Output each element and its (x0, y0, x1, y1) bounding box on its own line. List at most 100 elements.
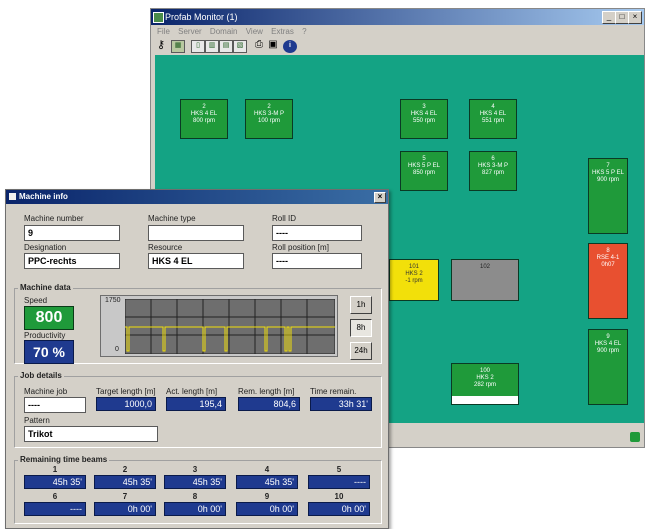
machine-number-label: Machine number (24, 214, 84, 223)
beam-number: 6 (52, 492, 58, 501)
machine-type-label: Machine type (148, 214, 196, 223)
toolbar: ⚷ ▦ ▯ ▥ ▤ ▧ ⎙ ▣ i (151, 38, 644, 54)
machine-name: HKS 2 (405, 271, 423, 277)
machine-id: 5 (422, 156, 426, 162)
time-remain-value: 33h 31' (310, 397, 372, 411)
machine-tile[interactable]: 2 HKS 3-M P 100 rpm (245, 99, 293, 139)
speed-value: 800 (24, 306, 74, 330)
printer-icon[interactable]: ▣ (267, 40, 279, 51)
minimize-button[interactable]: _ (602, 11, 616, 24)
key-icon[interactable]: ⚷ (155, 40, 167, 51)
pattern-field[interactable]: Trikot (24, 426, 158, 442)
beam-time: 0h 00' (236, 502, 298, 516)
machine-job-field[interactable]: ---- (24, 397, 86, 413)
roll-position-label: Roll position [m] (272, 243, 329, 252)
machine-speed: 0h07 (601, 262, 615, 268)
beam-number: 1 (52, 465, 58, 474)
range-24h-button[interactable]: 24h (350, 342, 372, 360)
view2-icon[interactable]: ▥ (205, 40, 219, 53)
progress-bar (452, 396, 518, 404)
machine-tile[interactable]: 5 HKS 5 P EL 850 rpm (400, 151, 448, 191)
machine-name: HKS 4 EL (190, 111, 218, 117)
beam-time: 0h 00' (94, 502, 156, 516)
machine-speed: 100 rpm (257, 118, 280, 124)
menu-server[interactable]: Server (178, 27, 202, 36)
machine-id: 100 (479, 368, 490, 374)
main-window-title: Profab Monitor (1) (165, 12, 238, 22)
machine-tile[interactable]: 9 HKS 4 EL 900 rpm (588, 329, 628, 405)
machine-id: 4 (491, 104, 495, 110)
dialog-icon (9, 193, 16, 200)
print-icon[interactable]: ⎙ (253, 40, 265, 51)
machine-tile[interactable]: 100 HKS 2 282 rpm (451, 363, 519, 405)
menu-view[interactable]: View (246, 27, 263, 36)
main-titlebar: Profab Monitor (1) _ □ × (151, 9, 644, 25)
designation-field[interactable]: PPC-rechts (24, 253, 120, 269)
beams-title: Remaining time beams (18, 455, 110, 464)
menu-extras[interactable]: Extras (271, 27, 294, 36)
grid-icon[interactable]: ▦ (171, 40, 185, 53)
machine-speed: 900 rpm (596, 177, 619, 183)
menu-file[interactable]: File (157, 27, 170, 36)
roll-position-field[interactable]: ---- (272, 253, 362, 269)
machine-speed: 550 rpm (412, 118, 435, 124)
machine-tile[interactable]: 8 RSE 4-1 0h07 (588, 243, 628, 319)
close-icon[interactable]: × (374, 192, 386, 203)
dialog-titlebar: Machine info × (6, 190, 388, 204)
machine-tile[interactable]: 6 HKS 3-M P 827 rpm (469, 151, 517, 191)
machine-tile[interactable]: 102 (451, 259, 519, 301)
productivity-label: Productivity (24, 331, 66, 340)
machine-type-field[interactable] (148, 225, 244, 241)
beam-time: 45h 35' (236, 475, 298, 489)
view3-icon[interactable]: ▤ (219, 40, 233, 53)
beam-number: 7 (122, 492, 128, 501)
beam-time: 0h 00' (164, 502, 226, 516)
machine-id: 2 (202, 104, 206, 110)
machine-id: 3 (422, 104, 426, 110)
machine-info-dialog: Machine info × Machine number 9 Machine … (5, 189, 389, 529)
time-remain-label: Time remain. (310, 387, 357, 396)
resource-field[interactable]: HKS 4 EL (148, 253, 244, 269)
roll-id-field[interactable]: ---- (272, 225, 362, 241)
view1-icon[interactable]: ▯ (191, 40, 205, 53)
machine-name: HKS 2 (476, 375, 494, 381)
designation-label: Designation (24, 243, 67, 252)
machine-number-field[interactable]: 9 (24, 225, 120, 241)
machine-tile[interactable]: 4 HKS 4 EL 551 rpm (469, 99, 517, 139)
beam-number: 4 (264, 465, 270, 474)
view4-icon[interactable]: ▧ (233, 40, 247, 53)
machine-name: HKS 5 P EL (592, 170, 624, 176)
close-icon[interactable]: × (628, 11, 642, 24)
machine-tile[interactable]: 2 HKS 4 EL 800 rpm (180, 99, 228, 139)
machine-id: 102 (479, 264, 490, 270)
machine-tile[interactable]: 101 HKS 2 -1 rpm (389, 259, 439, 301)
machine-speed: 800 rpm (192, 118, 215, 124)
beam-number: 5 (336, 465, 342, 474)
info-icon[interactable]: i (283, 40, 297, 53)
machine-tile[interactable]: 7 HKS 5 P EL 900 rpm (588, 158, 628, 234)
beam-time: 0h 00' (308, 502, 370, 516)
network-icon (630, 432, 640, 442)
resource-label: Resource (148, 243, 183, 252)
menu-domain[interactable]: Domain (210, 27, 238, 36)
machine-id: 8 (606, 248, 610, 254)
machine-name: RSE 4-1 (596, 255, 620, 261)
maximize-button[interactable]: □ (615, 11, 629, 24)
chart-ymin: 0 (115, 346, 119, 353)
rem-length-label: Rem. length [m] (238, 387, 295, 396)
machine-tile[interactable]: 3 HKS 4 EL 550 rpm (400, 99, 448, 139)
machine-speed: 900 rpm (596, 348, 619, 354)
machine-job-label: Machine job (24, 387, 68, 396)
machine-speed: 827 rpm (481, 170, 504, 176)
machine-name: HKS 3-M P (253, 111, 284, 117)
target-length-value: 1000,0 (96, 397, 156, 411)
range-1h-button[interactable]: 1h (350, 296, 372, 314)
machine-id: 7 (606, 163, 610, 169)
beam-time: 45h 35' (164, 475, 226, 489)
range-8h-button[interactable]: 8h (350, 319, 372, 337)
machine-name: HKS 5 P EL (408, 163, 440, 169)
menu-help[interactable]: ? (302, 27, 306, 36)
beam-number: 8 (192, 492, 198, 501)
beam-time: 45h 35' (94, 475, 156, 489)
beam-number: 2 (122, 465, 128, 474)
